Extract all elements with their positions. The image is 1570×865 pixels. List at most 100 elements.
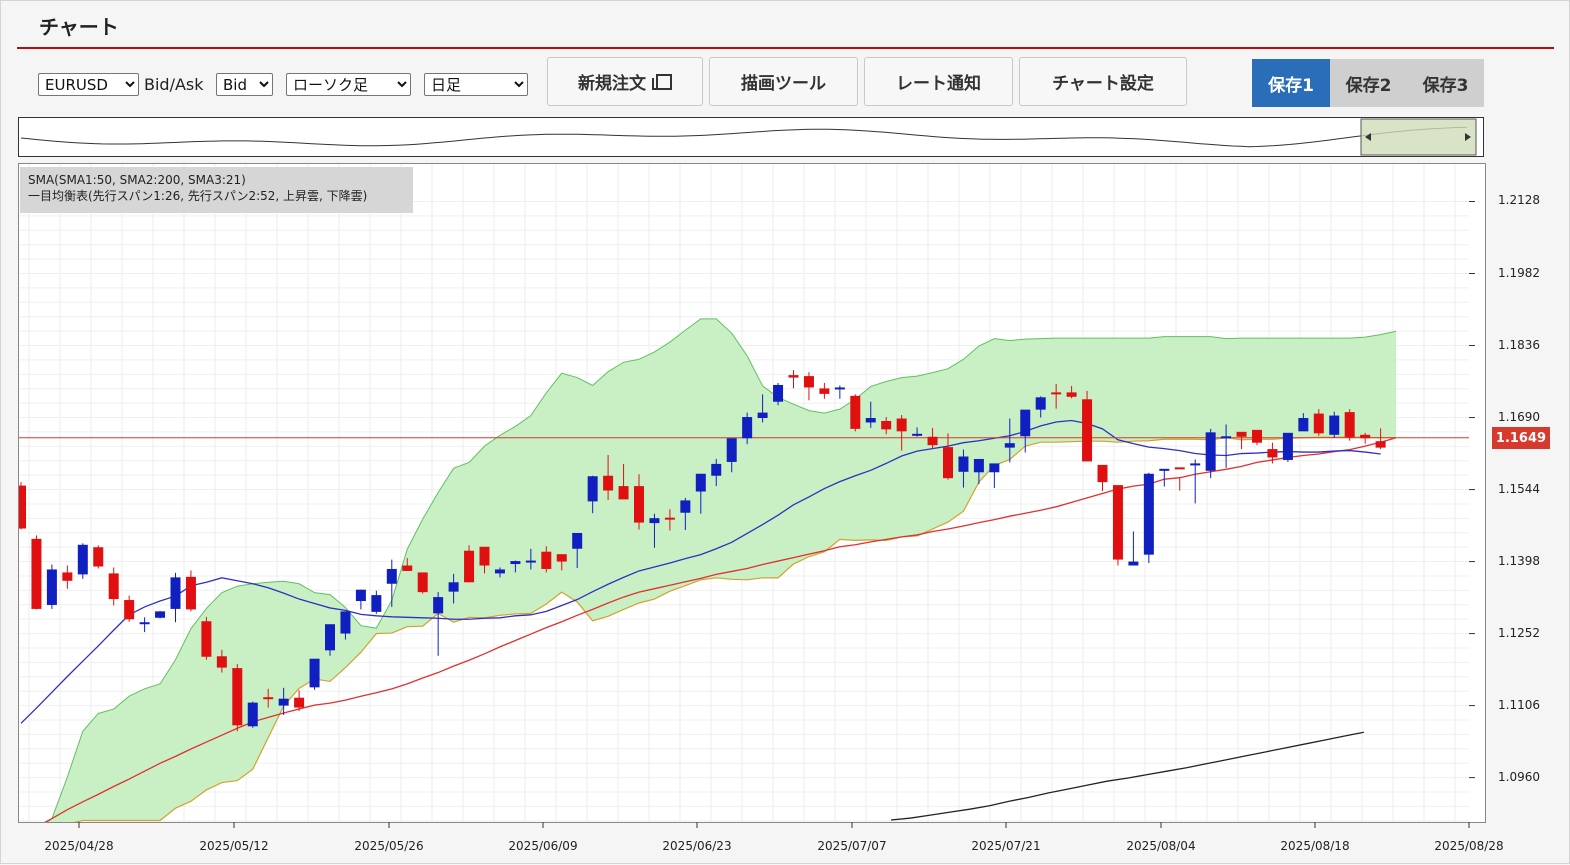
candle-body bbox=[201, 621, 212, 657]
candle-body bbox=[1097, 464, 1108, 483]
candle-body bbox=[1221, 436, 1232, 439]
candle-body bbox=[989, 463, 1000, 473]
candle-body bbox=[185, 576, 196, 610]
candle-body bbox=[433, 597, 444, 614]
candle-body bbox=[247, 702, 258, 727]
candle-body bbox=[278, 698, 289, 706]
candle-body bbox=[664, 517, 675, 520]
candle-body bbox=[912, 433, 923, 436]
candle-body bbox=[1298, 418, 1309, 432]
candle-body bbox=[371, 595, 382, 612]
x-tick-label: 2025/05/26 bbox=[354, 839, 424, 853]
indicator-ichimoku-label: 一目均衡表(先行スパン1:26, 先行スパン2:52, 上昇雲, 下降雲) bbox=[28, 189, 368, 203]
candle-body bbox=[726, 438, 737, 462]
indicator-legend: SMA(SMA1:50, SMA2:200, SMA3:21) 一目均衡表(先行… bbox=[20, 167, 413, 213]
candle-body bbox=[572, 532, 583, 549]
candle-body bbox=[124, 600, 135, 620]
candle-body bbox=[834, 387, 845, 390]
candle-body bbox=[1020, 409, 1031, 437]
candle-body bbox=[1344, 412, 1355, 438]
candle-body bbox=[448, 582, 459, 592]
candle-body bbox=[788, 375, 799, 378]
y-tick-label: 1.1544 bbox=[1498, 481, 1540, 496]
candle-body bbox=[1375, 441, 1386, 448]
candle-body bbox=[742, 417, 753, 439]
candle-body bbox=[943, 447, 953, 479]
candle-body bbox=[1252, 429, 1262, 443]
y-tick-label: 1.1106 bbox=[1498, 697, 1540, 712]
candle-body bbox=[773, 384, 784, 402]
candle-body bbox=[850, 395, 861, 429]
candle-body bbox=[216, 656, 227, 668]
candle-body bbox=[896, 418, 907, 432]
candle-body bbox=[865, 418, 876, 423]
current-price-tag: 1.1649 bbox=[1492, 427, 1550, 449]
candle-body bbox=[479, 546, 490, 566]
x-tick-label: 2025/05/12 bbox=[199, 839, 269, 853]
candle-body bbox=[556, 554, 567, 562]
candle-body bbox=[309, 658, 320, 688]
candle-body bbox=[417, 572, 428, 593]
y-tick-label: 1.2128 bbox=[1498, 193, 1540, 208]
candle-body bbox=[1190, 463, 1201, 466]
candle-body bbox=[170, 577, 181, 609]
candle-body bbox=[1159, 468, 1170, 471]
candle-body bbox=[31, 538, 42, 609]
y-tick-label: 1.1690 bbox=[1498, 409, 1540, 424]
x-tick-label: 2025/07/21 bbox=[971, 839, 1041, 853]
candle-body bbox=[695, 473, 706, 492]
y-tick-label: 1.0960 bbox=[1498, 769, 1540, 784]
candle-body bbox=[1205, 432, 1216, 471]
candle-body bbox=[1128, 561, 1139, 566]
candle-body bbox=[680, 500, 691, 513]
y-tick-label: 1.1982 bbox=[1498, 265, 1540, 280]
y-tick-label: 1.1836 bbox=[1498, 337, 1540, 352]
candle-body bbox=[263, 697, 274, 700]
candle-body bbox=[325, 624, 335, 651]
candle-body bbox=[1066, 392, 1077, 397]
candle-body bbox=[711, 463, 722, 476]
candle-body bbox=[618, 486, 629, 500]
plot-layer bbox=[19, 318, 1469, 822]
candle-body bbox=[881, 420, 892, 430]
candle-body bbox=[803, 376, 814, 388]
candle-body bbox=[340, 611, 351, 634]
candle-body bbox=[525, 560, 536, 563]
x-tick-label: 2025/08/28 bbox=[1434, 839, 1504, 853]
candle-body bbox=[973, 458, 984, 473]
candle-body bbox=[757, 412, 768, 419]
candle-body bbox=[1236, 431, 1247, 437]
candle-body bbox=[232, 668, 243, 726]
candle-body bbox=[108, 573, 119, 600]
candle-body bbox=[587, 476, 598, 502]
candle-body bbox=[62, 572, 73, 581]
candle-body bbox=[1051, 392, 1062, 395]
candle-body bbox=[1360, 434, 1371, 439]
candle-body bbox=[1035, 397, 1046, 410]
candle-body bbox=[1282, 432, 1293, 460]
y-tick-label: 1.1252 bbox=[1498, 625, 1540, 640]
candle-body bbox=[819, 388, 830, 394]
y-tick-label: 1.1398 bbox=[1498, 553, 1540, 568]
x-tick-label: 2025/06/09 bbox=[508, 839, 578, 853]
candle-body bbox=[1329, 415, 1340, 435]
candle-body bbox=[294, 697, 305, 708]
candle-body bbox=[93, 547, 104, 567]
navigator-sparkline bbox=[20, 126, 1468, 148]
x-tick-label: 2025/07/07 bbox=[817, 839, 887, 853]
navigator-window bbox=[1360, 118, 1477, 156]
candle-body bbox=[139, 622, 150, 625]
x-tick-label: 2025/06/23 bbox=[662, 839, 732, 853]
candle-body bbox=[464, 550, 475, 583]
chart-svg bbox=[19, 118, 1477, 828]
candle-body bbox=[1313, 413, 1324, 434]
candle-body bbox=[634, 486, 644, 523]
candle-body bbox=[927, 436, 938, 446]
candle-body bbox=[402, 565, 413, 571]
candle-body bbox=[1143, 473, 1154, 555]
candle-body bbox=[386, 568, 397, 584]
candle-body bbox=[355, 589, 366, 602]
candle-body bbox=[1112, 485, 1123, 560]
candle-body bbox=[77, 544, 88, 575]
candle-body bbox=[958, 456, 969, 472]
